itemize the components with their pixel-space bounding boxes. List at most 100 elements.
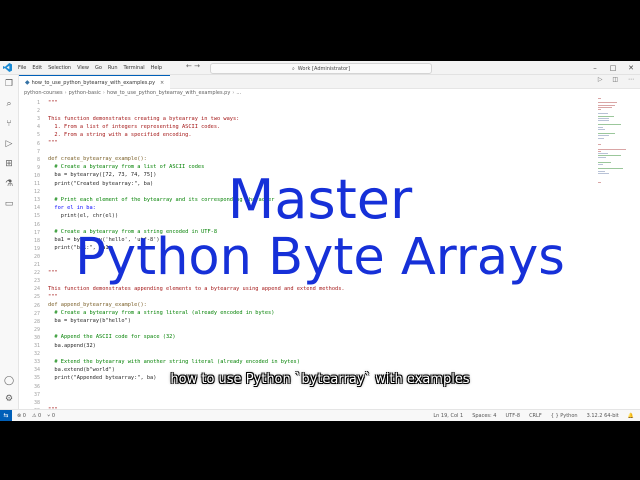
minimap-line	[598, 106, 613, 108]
menu-edit[interactable]: Edit	[32, 65, 42, 71]
line-number: 37	[33, 391, 40, 398]
line-number: 26	[33, 302, 40, 309]
run-debug-icon[interactable]: ▷	[3, 138, 15, 150]
code-line: """	[48, 293, 58, 300]
menu-help[interactable]: Help	[151, 65, 162, 71]
breadcrumb-subfolder[interactable]: python-basic	[69, 90, 101, 96]
minimap-line	[598, 135, 610, 137]
code-line: ba.append(32)	[48, 342, 96, 349]
breadcrumb-folder[interactable]: python-courses	[24, 90, 63, 96]
line-number: 32	[33, 351, 40, 358]
overlay-title-line1: Master	[227, 168, 413, 231]
search-icon[interactable]: ⌕	[3, 98, 15, 110]
back-arrow-icon[interactable]: ←	[186, 62, 192, 70]
code-line: This function demonstrates creating a by…	[48, 115, 240, 122]
code-line: ba = bytearray(b"hello")	[48, 318, 131, 325]
python-file-icon: ◆	[25, 79, 30, 86]
minimap-line	[598, 137, 605, 139]
minimap-line	[598, 124, 621, 126]
breadcrumb-symbol[interactable]: ...	[236, 90, 241, 96]
line-number: 27	[33, 310, 40, 317]
cursor-position[interactable]: Ln 19, Col 1	[433, 413, 463, 419]
command-center[interactable]: ⌕ Work [Administrator]	[210, 63, 432, 74]
extensions-icon[interactable]: ⊞	[3, 158, 15, 170]
notifications-bell-icon[interactable]: 🔔	[628, 413, 634, 419]
minimap-line	[598, 153, 608, 154]
line-number: 6	[36, 140, 40, 147]
menu-go[interactable]: Go	[95, 65, 102, 71]
code-line: 1. From a list of integers representing …	[48, 123, 221, 130]
language-mode[interactable]: { } Python	[551, 413, 578, 419]
menu-bar: File Edit Selection View Go Run Terminal…	[18, 61, 168, 74]
minimap-line	[598, 117, 609, 119]
line-number: 1	[36, 100, 40, 106]
errors-count[interactable]: ⊗ 0	[17, 413, 26, 419]
code-line: # Append the ASCII code for space (32)	[48, 334, 176, 341]
overlay-title-line2: Python Byte Arrays	[75, 228, 565, 287]
minimap-line	[598, 104, 616, 106]
remote-indicator[interactable]: ⇆	[0, 410, 12, 421]
minimap-line	[598, 98, 601, 99]
explorer-icon[interactable]: ❐	[3, 78, 15, 90]
more-actions-icon[interactable]: ⋯	[628, 76, 634, 83]
line-number: 30	[33, 334, 40, 341]
forward-arrow-icon[interactable]: →	[194, 62, 200, 70]
video-subtitle: how to use Python `bytearray` with examp…	[170, 372, 470, 387]
tab-close-icon[interactable]: ×	[160, 80, 164, 86]
menu-terminal[interactable]: Terminal	[124, 65, 145, 71]
minimap-line	[598, 155, 621, 157]
minimap-line	[598, 102, 618, 104]
minimap-line	[598, 109, 601, 110]
source-control-icon[interactable]: ⑂	[3, 118, 15, 130]
code-line: def create_bytearray_example():	[48, 156, 147, 163]
line-number: 8	[36, 156, 40, 163]
line-number: 29	[33, 326, 40, 333]
breadcrumb: python-courses › python-basic › how_to_use_p…	[24, 90, 242, 96]
minimap-line	[598, 150, 601, 152]
search-icon: ⌕	[291, 65, 295, 72]
minimap-line	[598, 161, 611, 163]
minimap-line	[598, 164, 603, 165]
indentation[interactable]: Spaces: 4	[472, 413, 496, 419]
file-encoding[interactable]: UTF-8	[505, 413, 520, 419]
line-number: 5	[36, 132, 40, 139]
code-line: 2. From a string with a specified encodi…	[48, 131, 192, 138]
editor-actions: ▷ ◫ ⋯	[590, 76, 634, 83]
window-controls: – □ ✕	[586, 61, 640, 74]
menu-run[interactable]: Run	[108, 65, 118, 71]
close-window-button[interactable]: ✕	[622, 64, 640, 72]
code-line: # Create a bytearray from a string liter…	[48, 310, 275, 317]
warnings-count[interactable]: ⚠ 0	[32, 413, 41, 419]
line-number: 25	[33, 294, 40, 301]
minimap-line	[598, 148, 626, 150]
code-line: # Extend the bytearray with another stri…	[48, 358, 300, 365]
minimap-line	[598, 128, 606, 130]
line-number: 2	[36, 108, 40, 115]
menu-view[interactable]: View	[77, 65, 89, 71]
split-editor-icon[interactable]: ◫	[612, 76, 618, 83]
code-line: """	[48, 140, 58, 146]
command-center-label: Work [Administrator]	[297, 65, 351, 72]
breadcrumb-file[interactable]: how_to_use_python_bytearray_with_example…	[107, 90, 230, 96]
menu-selection[interactable]: Selection	[48, 65, 71, 71]
ports-count[interactable]: ⑂ 0	[47, 413, 55, 419]
line-number: 33	[33, 359, 40, 366]
line-number: 28	[33, 318, 40, 325]
status-bar: ⇆ ⊗ 0 ⚠ 0 ⑂ 0 Ln 19, Col 1 Spaces: 4 UTF…	[0, 409, 640, 421]
tab-editor-file[interactable]: ◆ how_to_use_python_bytearray_with_examp…	[19, 75, 171, 89]
minimize-button[interactable]: –	[586, 64, 604, 72]
run-file-icon[interactable]: ▷	[598, 76, 603, 83]
menu-file[interactable]: File	[18, 65, 26, 71]
tab-label: how_to_use_python_bytearray_with_example…	[31, 79, 156, 86]
line-number: 3	[36, 116, 40, 123]
settings-gear-icon[interactable]: ⚙	[3, 393, 15, 405]
minimap-line	[598, 126, 603, 128]
python-interpreter[interactable]: 3.12.2 64-bit	[587, 413, 619, 419]
code-line: """	[48, 99, 58, 106]
maximize-button[interactable]: □	[604, 64, 622, 72]
end-of-line[interactable]: CRLF	[529, 413, 542, 419]
line-number: 38	[33, 399, 40, 406]
minimap-line	[598, 115, 614, 117]
tab-bar: ◆ how_to_use_python_bytearray_with_examp…	[19, 75, 640, 89]
nav-arrows: ← →	[186, 62, 200, 70]
